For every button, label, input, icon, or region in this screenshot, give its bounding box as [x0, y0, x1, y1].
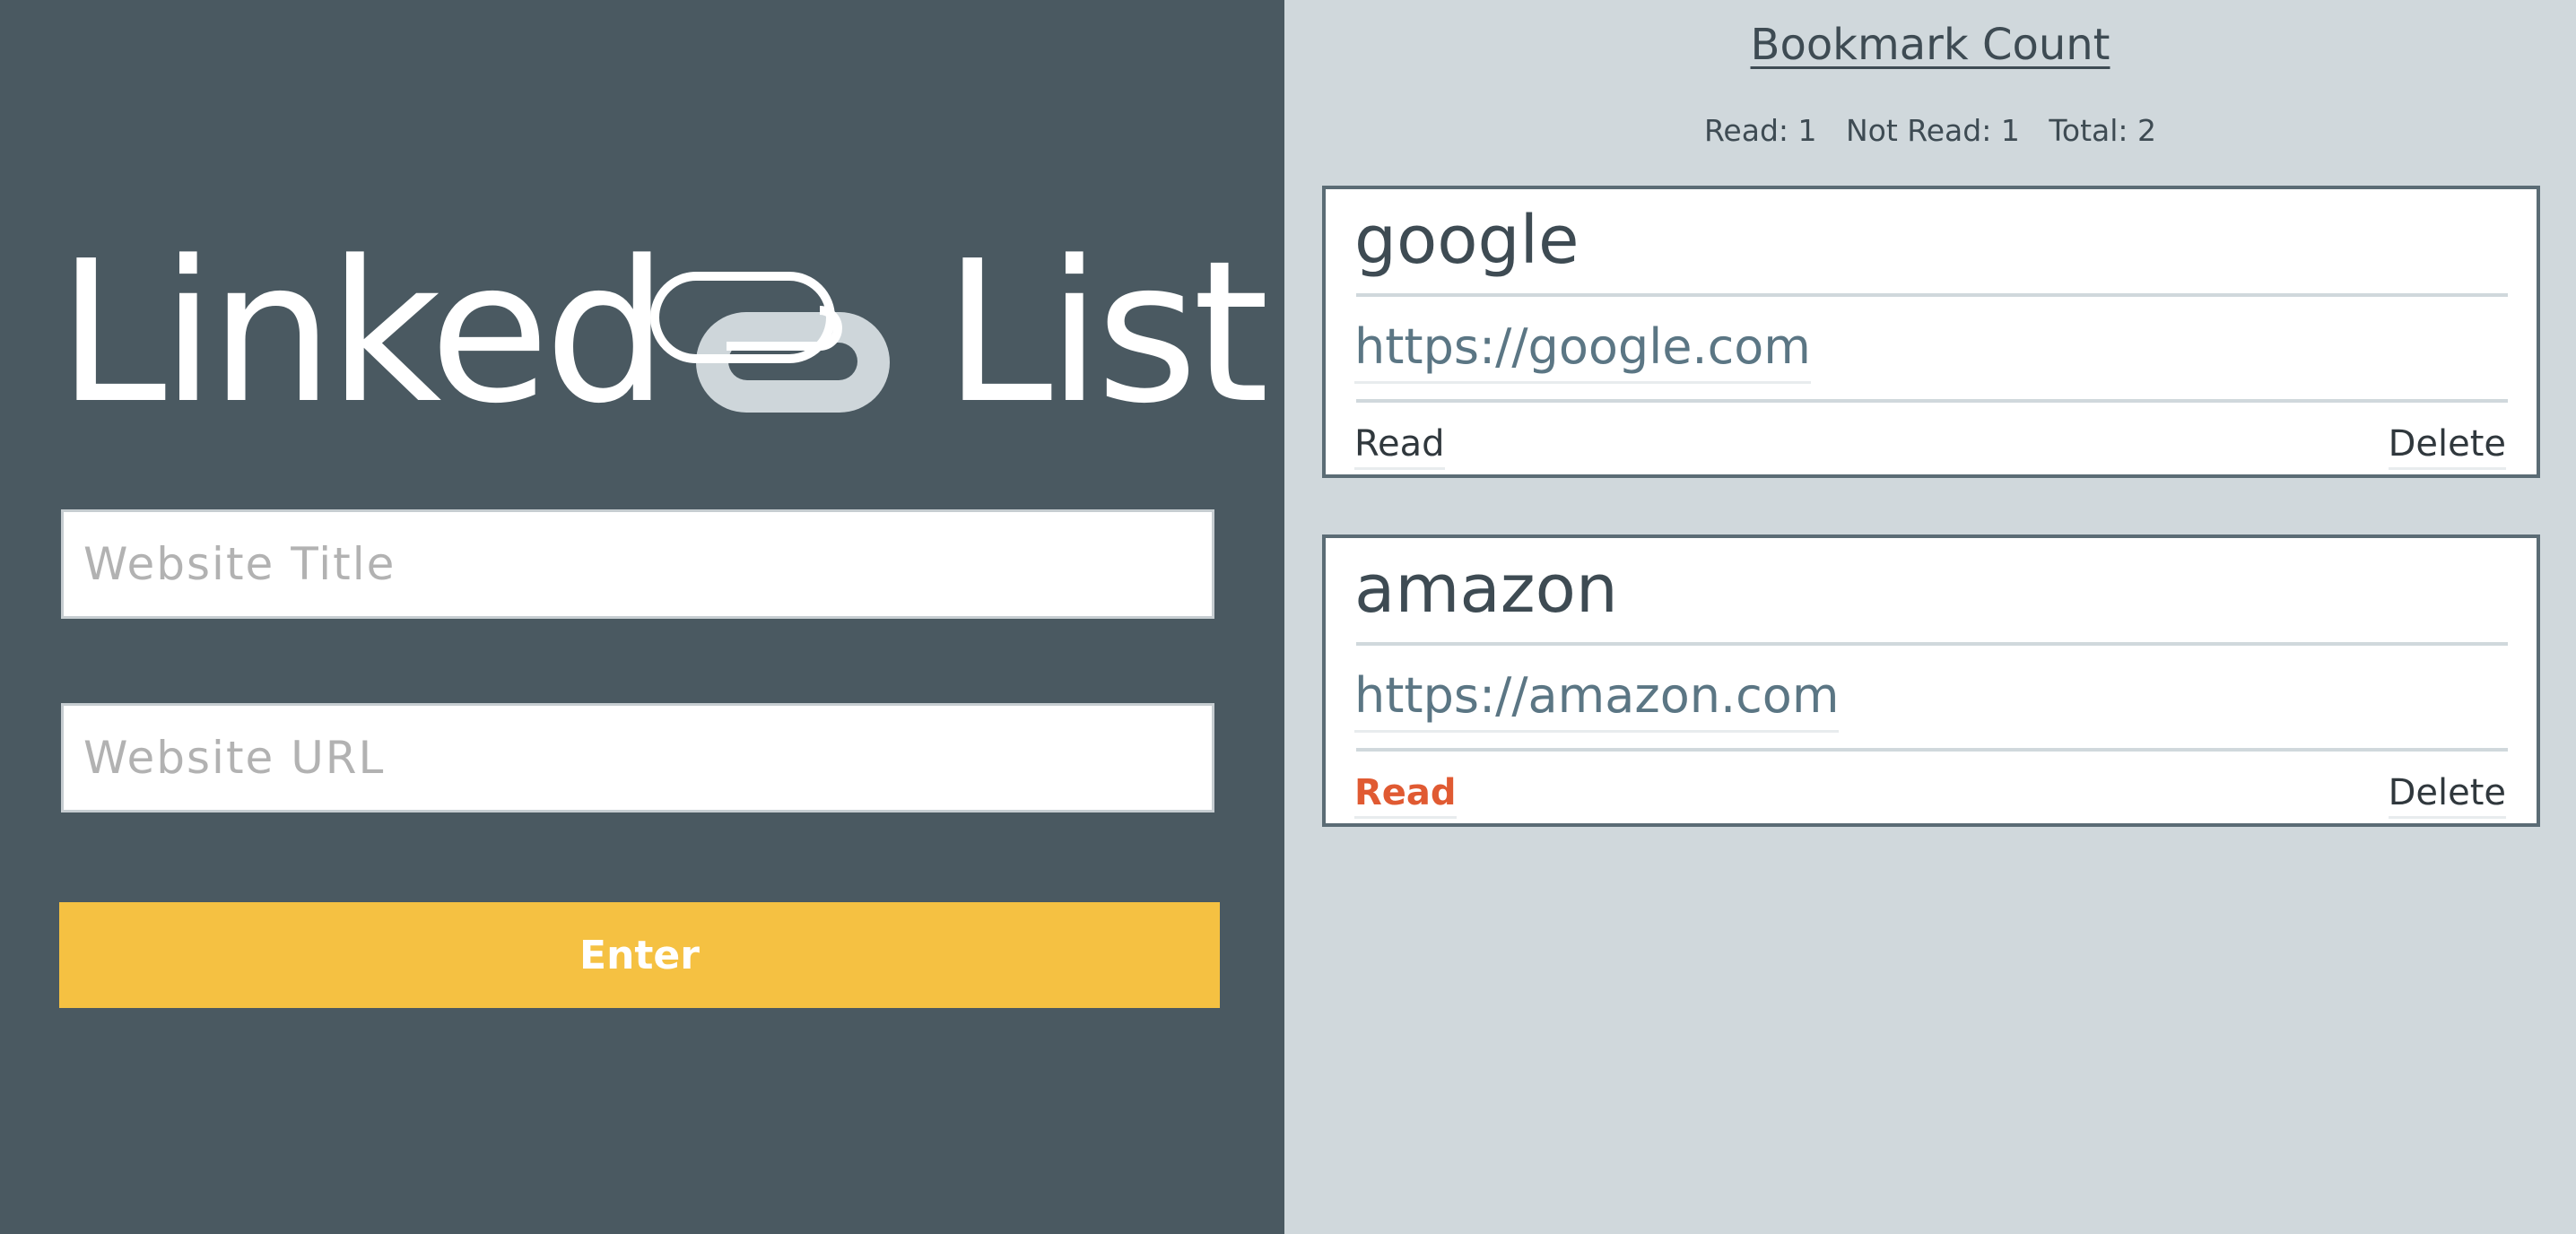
- enter-button[interactable]: Enter: [59, 902, 1220, 1008]
- paperclip-link-icon: [650, 272, 890, 413]
- delete-button[interactable]: Delete: [2388, 421, 2506, 470]
- total-count: Total: 2: [2049, 113, 2157, 148]
- website-title-input[interactable]: [61, 509, 1214, 619]
- bookmark-divider: [1356, 642, 2508, 646]
- read-count: Read: 1: [1703, 113, 1817, 148]
- bookmark-count-stats: Read: 1 Not Read: 1 Total: 2: [1284, 113, 2576, 148]
- bookmark-url-link[interactable]: https://amazon.com: [1354, 662, 1840, 733]
- read-button[interactable]: Read: [1354, 769, 1457, 819]
- bookmark-url-link[interactable]: https://google.com: [1354, 313, 1811, 384]
- bookmark-divider: [1356, 399, 2508, 403]
- input-panel: Linked List Enter: [0, 0, 1284, 1234]
- bookmark-card: amazon https://amazon.com Read Delete: [1322, 534, 2540, 827]
- bookmark-divider: [1356, 748, 2508, 752]
- linked-list-logo: Linked List: [57, 220, 1269, 447]
- bookmark-count-heading: Bookmark Count: [1750, 20, 2110, 70]
- website-url-input[interactable]: [61, 703, 1214, 813]
- logo-word-list: List: [944, 220, 1269, 447]
- bookmark-title: google: [1354, 202, 1580, 279]
- bookmark-card: google https://google.com Read Delete: [1322, 186, 2540, 478]
- logo-word-linked: Linked: [57, 220, 668, 447]
- bookmark-title: amazon: [1354, 551, 1618, 628]
- bookmark-divider: [1356, 293, 2508, 297]
- delete-button[interactable]: Delete: [2388, 769, 2506, 819]
- not-read-count: Not Read: 1: [1846, 113, 2020, 148]
- read-button[interactable]: Read: [1354, 421, 1445, 470]
